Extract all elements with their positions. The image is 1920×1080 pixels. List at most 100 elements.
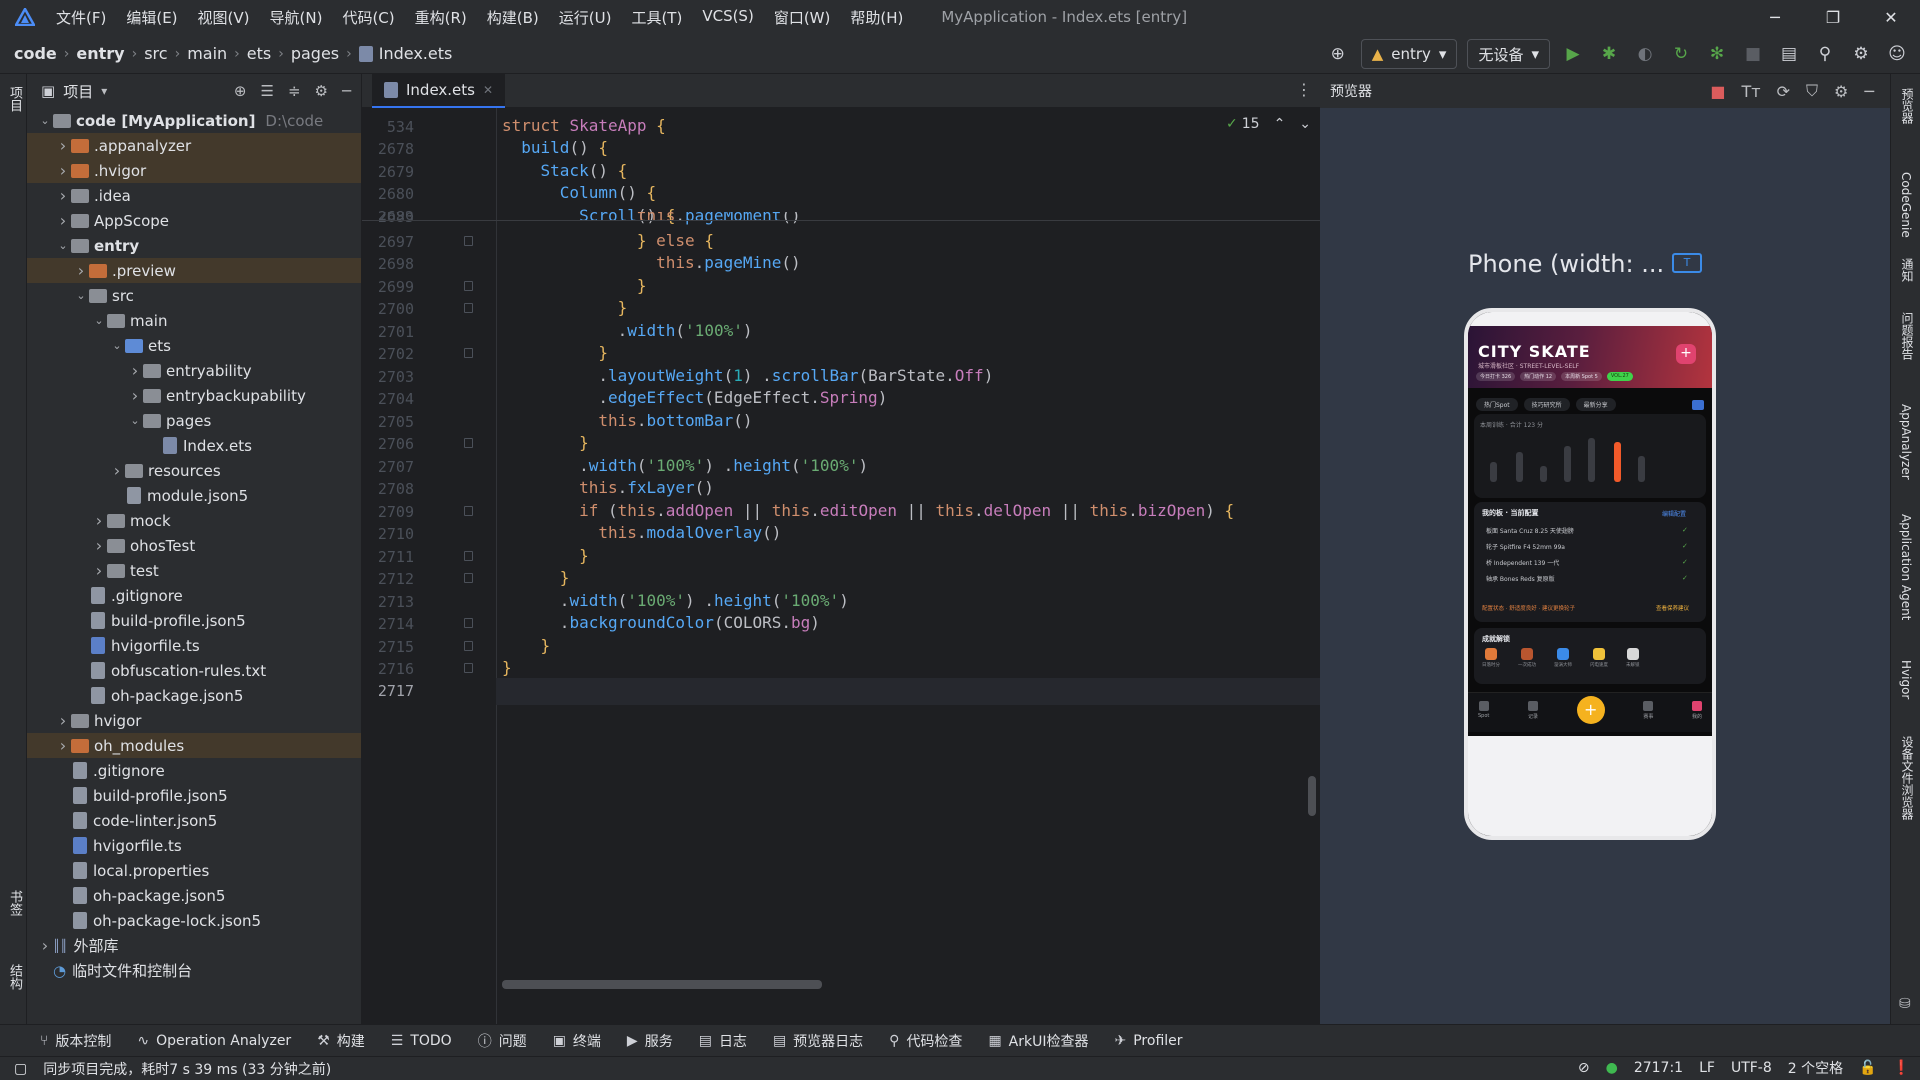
menu-item[interactable]: VCS(S): [702, 7, 753, 28]
inspector-icon[interactable]: ⛉: [1806, 81, 1818, 101]
code-line[interactable]: }: [502, 433, 589, 452]
fold-marker-icon[interactable]: [464, 438, 473, 448]
menu-item[interactable]: 导航(N): [270, 7, 323, 28]
nav-item[interactable]: 赛事: [1643, 700, 1653, 720]
tree-row[interactable]: ⌄ main: [27, 308, 361, 333]
debug-icon[interactable]: ✱: [1596, 41, 1622, 67]
tool-window-button[interactable]: ⚲ 代码检查: [889, 1031, 962, 1051]
chevron-right-icon[interactable]: ›: [37, 936, 53, 955]
achievement-item[interactable]: 未解锁: [1626, 648, 1640, 668]
code-line[interactable]: } else {: [502, 231, 714, 250]
tool-window-button[interactable]: ▤ 日志: [699, 1031, 747, 1051]
code-line[interactable]: this.modalOverlay(): [502, 523, 781, 542]
tree-row[interactable]: › ohosTest: [27, 533, 361, 558]
hide-icon[interactable]: ─: [1864, 82, 1874, 101]
gear-item[interactable]: 板面 Santa Cruz 8.25 天使翅膀: [1486, 526, 1574, 535]
fold-marker-icon[interactable]: [464, 641, 473, 651]
achievement-item[interactable]: 一次成功: [1518, 648, 1536, 668]
tool-window-button[interactable]: ▣ 终端: [553, 1031, 601, 1051]
tree-row[interactable]: › hvigor: [27, 708, 361, 733]
menu-item[interactable]: 帮助(H): [850, 7, 903, 28]
tree-row[interactable]: › .preview: [27, 258, 361, 283]
code-line[interactable]: }: [502, 546, 589, 565]
code-line[interactable]: if (this.addOpen || this.editOpen || thi…: [502, 501, 1234, 520]
stat-chip[interactable]: VOL.27: [1606, 372, 1633, 381]
right-tool-button[interactable]: 设备文件浏览器: [1899, 736, 1916, 820]
code-line[interactable]: }: [502, 568, 570, 587]
tree-row[interactable]: ◔ 临时文件和控制台: [27, 958, 361, 983]
tool-window-button[interactable]: ✈ Profiler: [1115, 1033, 1183, 1049]
previous-highlight-icon[interactable]: ⌃: [1274, 116, 1286, 132]
restore-button[interactable]: ❐: [1804, 0, 1862, 34]
menu-item[interactable]: 文件(F): [56, 7, 106, 28]
tree-row[interactable]: code-linter.json5: [27, 808, 361, 833]
code-line[interactable]: build() {: [502, 138, 608, 157]
chevron-down-icon[interactable]: ⌄: [55, 239, 71, 252]
breadcrumb-item[interactable]: src: [144, 44, 167, 63]
menu-item[interactable]: 工具(T): [631, 7, 682, 28]
tree-row[interactable]: oh-package-lock.json5: [27, 908, 361, 933]
code-line[interactable]: .edgeEffect(EdgeEffect.Spring): [502, 388, 887, 407]
right-tool-button[interactable]: 通知: [1899, 258, 1916, 282]
tree-row[interactable]: hvigorfile.ts: [27, 633, 361, 658]
search-icon[interactable]: ⚲: [1812, 41, 1838, 67]
chevron-right-icon[interactable]: ›: [73, 261, 89, 280]
vertical-scrollbar[interactable]: [1308, 776, 1316, 816]
right-tool-button[interactable]: 问题报告: [1899, 312, 1916, 360]
breadcrumb-item[interactable]: Index.ets: [379, 44, 453, 63]
menu-item[interactable]: 构建(B): [487, 7, 539, 28]
tree-row[interactable]: › entrybackupability: [27, 383, 361, 408]
achievement-item[interactable]: 日落时分: [1482, 648, 1500, 668]
device-manager-icon[interactable]: ▤: [1776, 41, 1802, 67]
chevron-right-icon[interactable]: ›: [55, 136, 71, 155]
tree-row[interactable]: ⌄ code [MyApplication] D:\code: [27, 108, 361, 133]
chevron-down-icon[interactable]: ▾: [101, 84, 107, 98]
gear-item[interactable]: 轮子 Spitfire F4 52mm 99a: [1486, 542, 1565, 551]
account-icon[interactable]: ☺: [1884, 41, 1910, 67]
chevron-down-icon[interactable]: ⌄: [37, 114, 53, 127]
tree-row[interactable]: › AppScope: [27, 208, 361, 233]
chevron-right-icon[interactable]: ›: [55, 736, 71, 755]
care-tips-link[interactable]: 查看保养建议: [1656, 604, 1689, 612]
fold-marker-icon[interactable]: [464, 573, 473, 583]
nav-item[interactable]: 我的: [1691, 700, 1702, 720]
service-status-icon[interactable]: ●: [1606, 1060, 1618, 1076]
menu-item[interactable]: 代码(C): [342, 7, 394, 28]
run-icon[interactable]: ▶: [1560, 41, 1586, 67]
tree-row[interactable]: build-profile.json5: [27, 608, 361, 633]
code-line[interactable]: }: [502, 298, 628, 317]
more-tabs-icon[interactable]: ⋮: [1296, 80, 1312, 99]
chevron-down-icon[interactable]: ⌄: [109, 339, 125, 352]
tool-window-button[interactable]: ⚒ 构建: [317, 1031, 365, 1051]
add-button[interactable]: +: [1676, 344, 1696, 364]
fold-marker-icon[interactable]: [464, 303, 473, 313]
breadcrumb-item[interactable]: pages: [291, 44, 339, 63]
menu-item[interactable]: 编辑(E): [126, 7, 177, 28]
chevron-right-icon[interactable]: ›: [127, 361, 143, 380]
device-selector[interactable]: 无设备 ▾: [1467, 39, 1550, 69]
tree-row[interactable]: › test: [27, 558, 361, 583]
fold-marker-icon[interactable]: [464, 236, 473, 246]
code-line[interactable]: }: [502, 636, 551, 655]
tree-row[interactable]: local.properties: [27, 858, 361, 883]
stat-chip[interactable]: 今日打卡 326: [1476, 372, 1516, 381]
calendar-icon[interactable]: [1692, 400, 1704, 410]
tab-index-ets[interactable]: Index.ets ✕: [372, 74, 506, 108]
gear-icon[interactable]: ⚙: [315, 82, 328, 100]
app-tab[interactable]: 技巧研究所: [1523, 398, 1570, 411]
font-size-icon[interactable]: Tт: [1742, 82, 1761, 101]
structure-tool-button[interactable]: 结构: [5, 964, 24, 990]
chevron-right-icon[interactable]: ›: [127, 386, 143, 405]
chevron-right-icon[interactable]: ›: [55, 161, 71, 180]
profile-icon[interactable]: ✻: [1704, 41, 1730, 67]
next-highlight-icon[interactable]: ⌄: [1299, 116, 1311, 132]
tool-window-button[interactable]: ▦ ArkUI检查器: [988, 1031, 1088, 1051]
chevron-down-icon[interactable]: ⌄: [73, 289, 89, 302]
project-tool-button[interactable]: 项目: [5, 86, 24, 112]
chevron-right-icon[interactable]: ›: [91, 536, 107, 555]
inspection-widget[interactable]: ✓ 15 ⌃ ⌄: [1226, 116, 1311, 132]
attach-icon[interactable]: ◐: [1632, 41, 1658, 67]
tree-row[interactable]: › .hvigor: [27, 158, 361, 183]
chevron-right-icon[interactable]: ›: [55, 186, 71, 205]
line-separator[interactable]: LF: [1699, 1060, 1715, 1076]
